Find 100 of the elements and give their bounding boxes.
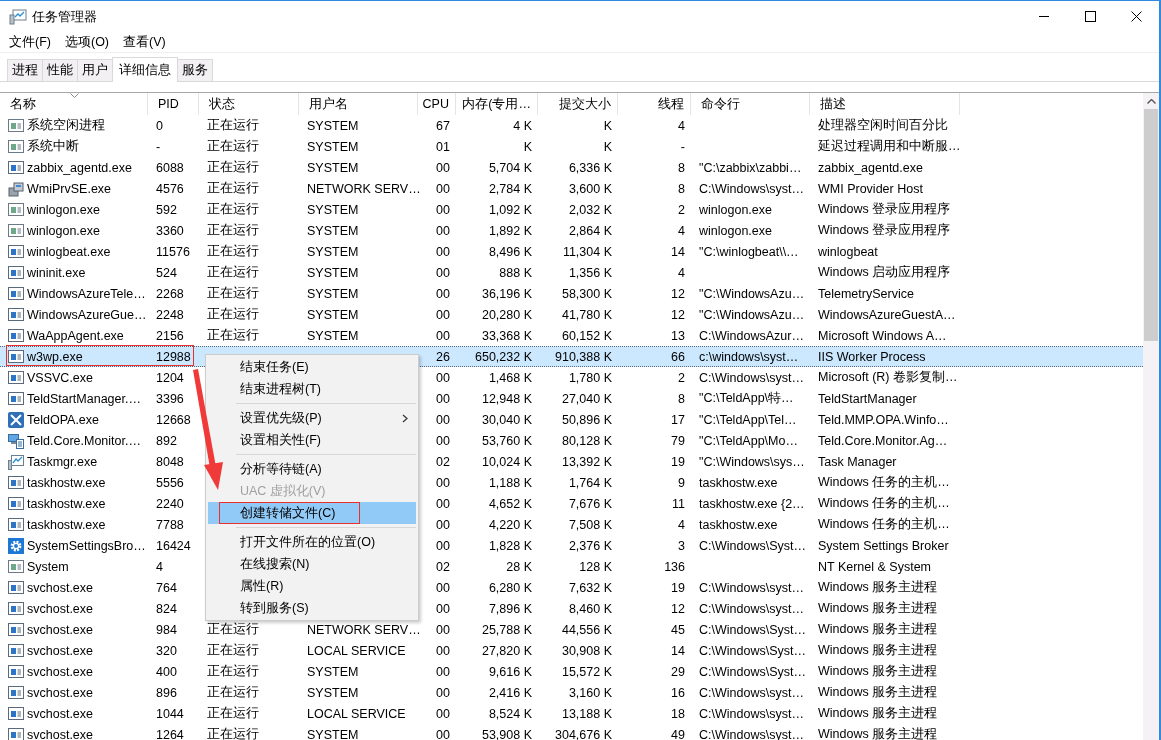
menu-item[interactable]: 文件(F) xyxy=(9,33,51,51)
table-cell: 00 xyxy=(436,265,450,280)
tab[interactable]: 服务 xyxy=(177,59,213,81)
table-cell: 12 xyxy=(671,601,685,616)
table-cell: "C:\TeldApp\Mo… xyxy=(699,433,798,448)
table-cell: Windows 服务主进程 xyxy=(818,684,938,701)
table-cell: 892 xyxy=(156,433,177,448)
table-cell: 1204 xyxy=(156,370,184,385)
table-cell: IIS Worker Process xyxy=(818,349,926,364)
menu-item[interactable]: 打开文件所在的位置(O) xyxy=(208,531,416,553)
table-cell: 1,828 K xyxy=(488,538,532,553)
table-cell: "C:\WindowsAzu… xyxy=(699,286,805,301)
table-cell: "C:\winlogbeat\\… xyxy=(699,244,799,259)
table-cell: w3wp.exe xyxy=(27,349,83,364)
table-cell: C:\Windows\syst… xyxy=(699,580,804,595)
table-cell: 80,128 K xyxy=(561,433,612,448)
monitor-chart-icon xyxy=(8,453,24,470)
table-cell: 6088 xyxy=(156,160,184,175)
table-cell: - xyxy=(680,139,685,154)
table-cell: 00 xyxy=(436,685,450,700)
table-cell: 2 xyxy=(678,370,685,385)
column-header[interactable]: 状态 xyxy=(199,93,299,115)
table-cell: SYSTEM xyxy=(307,664,359,679)
table-cell: winlogon.exe xyxy=(27,202,100,217)
table-cell: 正在运行 xyxy=(207,264,259,281)
table-cell: 4 xyxy=(678,118,685,133)
table-cell: 2156 xyxy=(156,328,184,343)
scrollbar-thumb[interactable] xyxy=(1144,109,1158,341)
table-cell: 8,460 K xyxy=(568,601,612,616)
table-cell: Windows 登录应用程序 xyxy=(818,201,951,218)
table-cell: 14 xyxy=(671,244,685,259)
column-header[interactable]: 提交大小 xyxy=(538,93,618,115)
table-cell: Windows 服务主进程 xyxy=(818,642,938,659)
table-cell: Windows 服务主进程 xyxy=(818,600,938,617)
column-header[interactable]: PID xyxy=(148,93,199,115)
table-cell: 3360 xyxy=(156,223,184,238)
column-header[interactable]: CPU xyxy=(418,93,456,115)
table-cell: 764 xyxy=(156,580,177,595)
column-header[interactable]: 用户名 xyxy=(299,93,418,115)
window-icon xyxy=(8,705,24,722)
tab[interactable]: 性能 xyxy=(42,59,78,81)
table-cell: 304,676 K xyxy=(555,727,612,740)
table-cell: 1,468 K xyxy=(488,370,532,385)
table-cell: 正在运行 xyxy=(207,306,259,323)
menu-item[interactable]: 查看(V) xyxy=(123,33,166,51)
table-cell: 00 xyxy=(436,727,450,740)
table-cell: 50,896 K xyxy=(561,412,612,427)
table-cell: 1,092 K xyxy=(488,202,532,217)
table-cell: 910,388 K xyxy=(555,349,612,364)
menu-item[interactable]: 结束进程树(T) xyxy=(208,378,416,400)
tab[interactable]: 用户 xyxy=(77,59,113,81)
column-header[interactable]: 命令行 xyxy=(691,93,810,115)
table-cell: 18 xyxy=(671,706,685,721)
table-cell: 13 xyxy=(671,328,685,343)
menu-item[interactable]: 转到服务(S) xyxy=(208,597,416,619)
table-cell: 6,336 K xyxy=(568,160,612,175)
table-cell: 00 xyxy=(436,538,450,553)
menu-item[interactable]: 在线搜索(N) xyxy=(208,553,416,575)
table-cell: 正在运行 xyxy=(207,705,259,722)
menu-item[interactable]: 结束任务(E) xyxy=(208,356,416,378)
column-header[interactable]: 名称 xyxy=(0,93,148,115)
table-cell: 00 xyxy=(436,433,450,448)
table-cell: C:\Windows\syst… xyxy=(699,601,804,616)
table-cell: WaAppAgent.exe xyxy=(27,328,124,343)
menu-item[interactable]: 选项(O) xyxy=(64,33,110,51)
table-cell: K xyxy=(603,118,612,133)
table-cell: 9 xyxy=(678,475,685,490)
table-cell: 27,820 K xyxy=(481,643,532,658)
menu-item[interactable]: 设置优先级(P) xyxy=(208,407,416,429)
table-cell: 12 xyxy=(671,307,685,322)
column-header[interactable]: 线程 xyxy=(618,93,691,115)
table-cell: 2268 xyxy=(156,286,184,301)
table-cell: 5,704 K xyxy=(488,160,532,175)
table-cell: SYSTEM xyxy=(307,265,359,280)
table-cell: 11,304 K xyxy=(562,244,612,259)
menu-item[interactable]: 创建转储文件(C) xyxy=(208,502,416,524)
table-cell: C:\Windows\syst… xyxy=(699,685,804,700)
table-cell: SYSTEM xyxy=(307,202,359,217)
column-header[interactable]: 描述 xyxy=(810,93,960,115)
table-cell: 正在运行 xyxy=(207,117,259,134)
table-cell: 01 xyxy=(436,139,450,154)
table-cell: 00 xyxy=(436,244,450,259)
menu-item[interactable]: 设置相关性(F) xyxy=(208,429,416,451)
table-cell: 7,508 K xyxy=(568,517,612,532)
table-cell: c:\windows\syst… xyxy=(699,349,799,364)
table-cell: LOCAL SERVICE xyxy=(307,706,406,721)
window-icon xyxy=(8,390,24,407)
menu-item[interactable]: 属性(R) xyxy=(208,575,416,597)
table-cell: TeldOPA.exe xyxy=(27,412,100,427)
tab[interactable]: 进程 xyxy=(7,59,43,81)
table-cell: "C:\zabbix\zabbi… xyxy=(699,160,802,175)
tab[interactable]: 详细信息 xyxy=(112,57,178,82)
table-cell: 正在运行 xyxy=(207,327,259,344)
table-cell: 28 K xyxy=(506,559,532,574)
table-cell: taskhostw.exe {2… xyxy=(699,496,805,511)
scrollbar[interactable] xyxy=(1143,93,1159,740)
table-cell: Windows 登录应用程序 xyxy=(818,222,951,239)
table-cell: 02 xyxy=(436,454,450,469)
column-header[interactable]: 内存(专用… xyxy=(456,93,538,115)
table-cell: SYSTEM xyxy=(307,286,359,301)
